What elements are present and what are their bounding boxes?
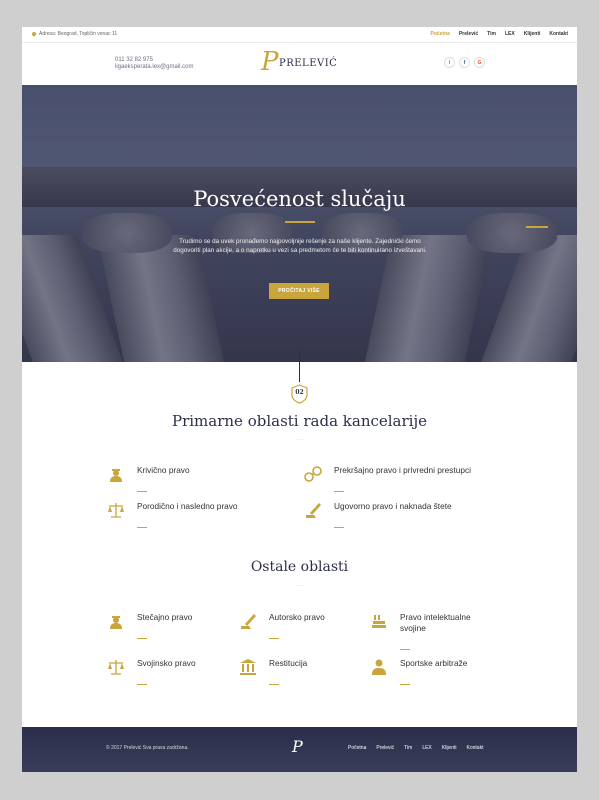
location-pin-icon xyxy=(32,32,36,37)
other-item[interactable]: Autorsko pravo xyxy=(239,612,325,639)
copyright-text: © 2017 Prelević Sva prava zadržana. xyxy=(106,745,189,751)
hero-accent-line xyxy=(526,226,548,228)
item-underline xyxy=(269,684,279,685)
top-nav-lex[interactable]: LEX xyxy=(505,31,515,37)
logo-mark: P xyxy=(261,47,279,77)
section-badge-number: 02 xyxy=(295,389,304,396)
top-nav-klijenti[interactable]: Klijenti xyxy=(524,31,541,37)
footer-nav-prelevic[interactable]: Prelević xyxy=(376,745,394,751)
books-icon xyxy=(372,615,386,628)
divider-line xyxy=(299,350,300,382)
scales-icon xyxy=(108,503,124,518)
person-icon xyxy=(372,659,386,675)
item-underline xyxy=(334,491,344,492)
other-item[interactable]: Pravo intelektualne svojine xyxy=(370,612,490,650)
google-plus-icon[interactable]: G xyxy=(474,57,485,68)
primary-section-title: Primarne oblasti rada kancelarije xyxy=(172,412,427,430)
top-nav-tim[interactable]: Tim xyxy=(487,31,496,37)
primary-item[interactable]: Ugovorno pravo i naknada štete xyxy=(304,501,452,528)
contact-info: 011 32 82 975 ligaeksperata.lex@gmail.co… xyxy=(115,57,193,71)
phone-number[interactable]: 011 32 82 975 xyxy=(115,57,193,64)
social-links: t f G xyxy=(444,57,485,68)
item-underline xyxy=(137,638,147,639)
judge-icon xyxy=(110,616,122,629)
other-section-title: Ostale oblasti xyxy=(250,559,349,575)
hero-text: Trudimo se da uvek pronađemo najpovoljni… xyxy=(173,238,427,254)
hero-overlay xyxy=(22,85,577,362)
other-item-label: Sportske arbitraže xyxy=(400,658,468,668)
item-underline xyxy=(334,527,344,528)
top-nav-prelevic[interactable]: Prelević xyxy=(459,31,478,37)
logo[interactable]: P PRELEVIĆ xyxy=(261,49,339,79)
other-item[interactable]: Restitucija xyxy=(239,658,308,685)
logo-name: PRELEVIĆ xyxy=(279,58,338,69)
primary-item-label: Porodično i nasledno pravo xyxy=(137,501,238,511)
footer-nav-lex[interactable]: LEX xyxy=(422,745,431,751)
other-item[interactable]: Svojinsko pravo xyxy=(107,658,196,685)
primary-item[interactable]: Prekršajno pravo i privredni prestupci xyxy=(304,465,471,492)
hero-title-underline xyxy=(285,221,315,223)
footer-nav-kontakt[interactable]: Kontakt xyxy=(467,745,484,751)
item-underline xyxy=(137,491,147,492)
item-underline xyxy=(137,527,147,528)
section-dots: ... xyxy=(295,582,304,588)
footer-nav-pocetna[interactable]: Početna xyxy=(348,745,366,751)
item-underline xyxy=(269,638,279,639)
other-item[interactable]: Stečajno pravo xyxy=(107,612,193,639)
primary-item-label: Krivično pravo xyxy=(137,465,190,475)
contract-icon xyxy=(306,503,321,518)
item-underline xyxy=(400,649,410,650)
top-nav-kontakt[interactable]: Kontakt xyxy=(549,31,568,37)
address: Adresa: Beograd, Topličin venac 11 xyxy=(32,31,117,37)
top-nav: Početna Prelević Tim LEX Klijenti Kontak… xyxy=(431,31,568,37)
read-more-button[interactable]: PROČITAJ VIŠE xyxy=(269,283,329,299)
primary-item-label: Prekršajno pravo i privredni prestupci xyxy=(334,465,471,475)
twitter-icon[interactable]: t xyxy=(444,57,455,68)
primary-item[interactable]: Porodično i nasledno pravo xyxy=(107,501,238,528)
section-dots: ... xyxy=(295,436,304,442)
other-item-label: Stečajno pravo xyxy=(137,612,193,622)
item-underline xyxy=(400,684,410,685)
top-nav-pocetna[interactable]: Početna xyxy=(431,31,450,37)
top-bar: Adresa: Beograd, Topličin venac 11 Počet… xyxy=(22,27,577,43)
courthouse-icon xyxy=(240,659,256,675)
contract-icon xyxy=(241,614,256,629)
other-item[interactable]: Sportske arbitraže xyxy=(370,658,468,685)
item-underline xyxy=(137,684,147,685)
page: Adresa: Beograd, Topličin venac 11 Počet… xyxy=(22,27,577,772)
footer: © 2017 Prelević Sva prava zadržana. P Po… xyxy=(22,727,577,772)
primary-item-label: Ugovorno pravo i naknada štete xyxy=(334,501,452,511)
handcuffs-icon xyxy=(304,466,322,482)
judge-icon xyxy=(110,469,122,482)
scales-icon xyxy=(108,660,124,675)
facebook-icon[interactable]: f xyxy=(459,57,470,68)
footer-nav-klijenti[interactable]: Klijenti xyxy=(442,745,457,751)
other-item-label: Pravo intelektualne svojine xyxy=(400,612,471,633)
primary-item[interactable]: Krivično pravo xyxy=(107,465,190,492)
footer-nav: Početna Prelević Tim LEX Klijenti Kontak… xyxy=(348,745,483,751)
footer-nav-tim[interactable]: Tim xyxy=(404,745,412,751)
email-address[interactable]: ligaeksperata.lex@gmail.com xyxy=(115,64,193,71)
other-item-label: Autorsko pravo xyxy=(269,612,325,622)
address-text: Adresa: Beograd, Topličin venac 11 xyxy=(39,31,118,37)
footer-logo-mark[interactable]: P xyxy=(292,737,303,756)
hero-title: Posvećenost slučaju xyxy=(193,187,406,211)
hero: Posvećenost slučaju Trudimo se da uvek p… xyxy=(22,85,577,362)
other-item-label: Restitucija xyxy=(269,658,308,668)
section-badge: 02 xyxy=(291,384,308,404)
header: 011 32 82 975 ligaeksperata.lex@gmail.co… xyxy=(22,43,577,85)
other-item-label: Svojinsko pravo xyxy=(137,658,196,668)
